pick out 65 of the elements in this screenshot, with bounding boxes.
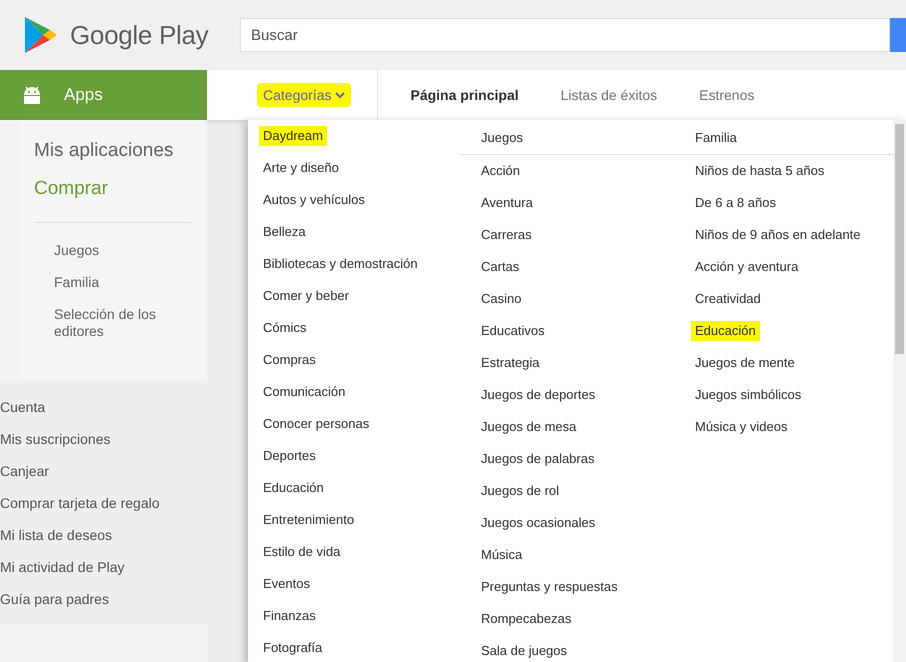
category-item[interactable]: Niños de 9 años en adelante [695,225,861,245]
category-item[interactable]: Juegos de mesa [481,417,576,437]
category-item[interactable]: Carreras [481,225,532,245]
category-item[interactable]: Juegos de deportes [481,385,596,405]
category-item[interactable]: Finanzas [263,606,316,626]
category-item[interactable]: Autos y vehículos [263,190,365,210]
account-link[interactable]: Comprar tarjeta de regalo [0,487,207,519]
category-item[interactable]: Juegos de rol [481,481,560,501]
scrollbar[interactable] [893,120,906,662]
category-item[interactable]: Casino [481,289,522,309]
categories-dropdown[interactable]: Categorías [257,83,352,107]
sidebar-item[interactable]: Mis aplicaciones [34,132,207,170]
account-link[interactable]: Cuenta [0,391,207,423]
category-item[interactable]: Educativos [481,321,545,341]
sidebar-item[interactable]: Selección de los editores [34,299,194,348]
nav-link[interactable]: Estrenos [693,83,760,107]
category-item[interactable]: Daydream [259,126,327,146]
account-link[interactable]: Mi actividad de Play [0,551,207,583]
category-item[interactable]: De 6 a 8 años [695,193,776,213]
chevron-down-icon [335,92,346,98]
category-item[interactable]: Estrategia [481,353,540,373]
play-logo-icon [24,16,58,54]
category-item[interactable]: Belleza [263,222,306,242]
category-item[interactable]: Bibliotecas y demostración [263,254,418,274]
category-item[interactable]: Cómics [263,318,306,338]
category-item[interactable]: Juegos de mente [695,353,795,373]
category-item[interactable]: Acción [481,161,520,181]
category-item[interactable]: Juegos de palabras [481,449,594,469]
category-item[interactable]: Arte y diseño [263,158,339,178]
account-link[interactable]: Mi lista de deseos [0,519,207,551]
category-item[interactable]: Educación [691,321,760,341]
category-item[interactable]: Cartas [481,257,520,277]
category-item[interactable]: Comunicación [263,382,346,402]
account-link[interactable]: Guía para padres [0,583,207,615]
category-item[interactable]: Estilo de vida [263,542,340,562]
account-link[interactable]: Mis suscripciones [0,423,207,455]
category-item[interactable]: Música y videos [695,417,788,437]
sidebar-item[interactable]: Familia [34,267,194,299]
nav-link[interactable]: Listas de éxitos [554,83,664,107]
category-item[interactable]: Juegos ocasionales [481,513,596,533]
brand-name: Google Play [70,20,208,50]
category-heading[interactable]: Juegos [460,120,689,155]
category-item[interactable]: Sala de juegos [481,641,568,661]
category-item[interactable]: Música [481,545,522,565]
category-item[interactable]: Eventos [263,574,310,594]
category-item[interactable]: Educación [263,478,324,498]
category-item[interactable]: Entretenimiento [263,510,354,530]
category-item[interactable]: Fotografía [263,638,322,658]
category-item[interactable]: Acción y aventura [695,257,798,277]
category-item[interactable]: Juegos simbólicos [695,385,802,405]
category-item[interactable]: Deportes [263,446,316,466]
search-button[interactable] [890,18,906,52]
category-item[interactable]: Niños de hasta 5 años [695,161,824,181]
nav-link[interactable]: Página principal [404,83,525,107]
category-item[interactable]: Conocer personas [263,414,370,434]
category-item[interactable]: Preguntas y respuestas [481,577,618,597]
search-field[interactable]: Buscar [240,18,890,52]
category-item[interactable]: Compras [263,350,316,370]
sidebar-item[interactable]: Juegos [34,235,194,267]
android-icon [22,86,42,104]
account-link[interactable]: Canjear [0,455,207,487]
category-item[interactable]: Creatividad [695,289,761,309]
category-item[interactable]: Comer y beber [263,286,349,306]
category-item[interactable]: Aventura [481,193,533,213]
category-item[interactable]: Rompecabezas [481,609,572,629]
